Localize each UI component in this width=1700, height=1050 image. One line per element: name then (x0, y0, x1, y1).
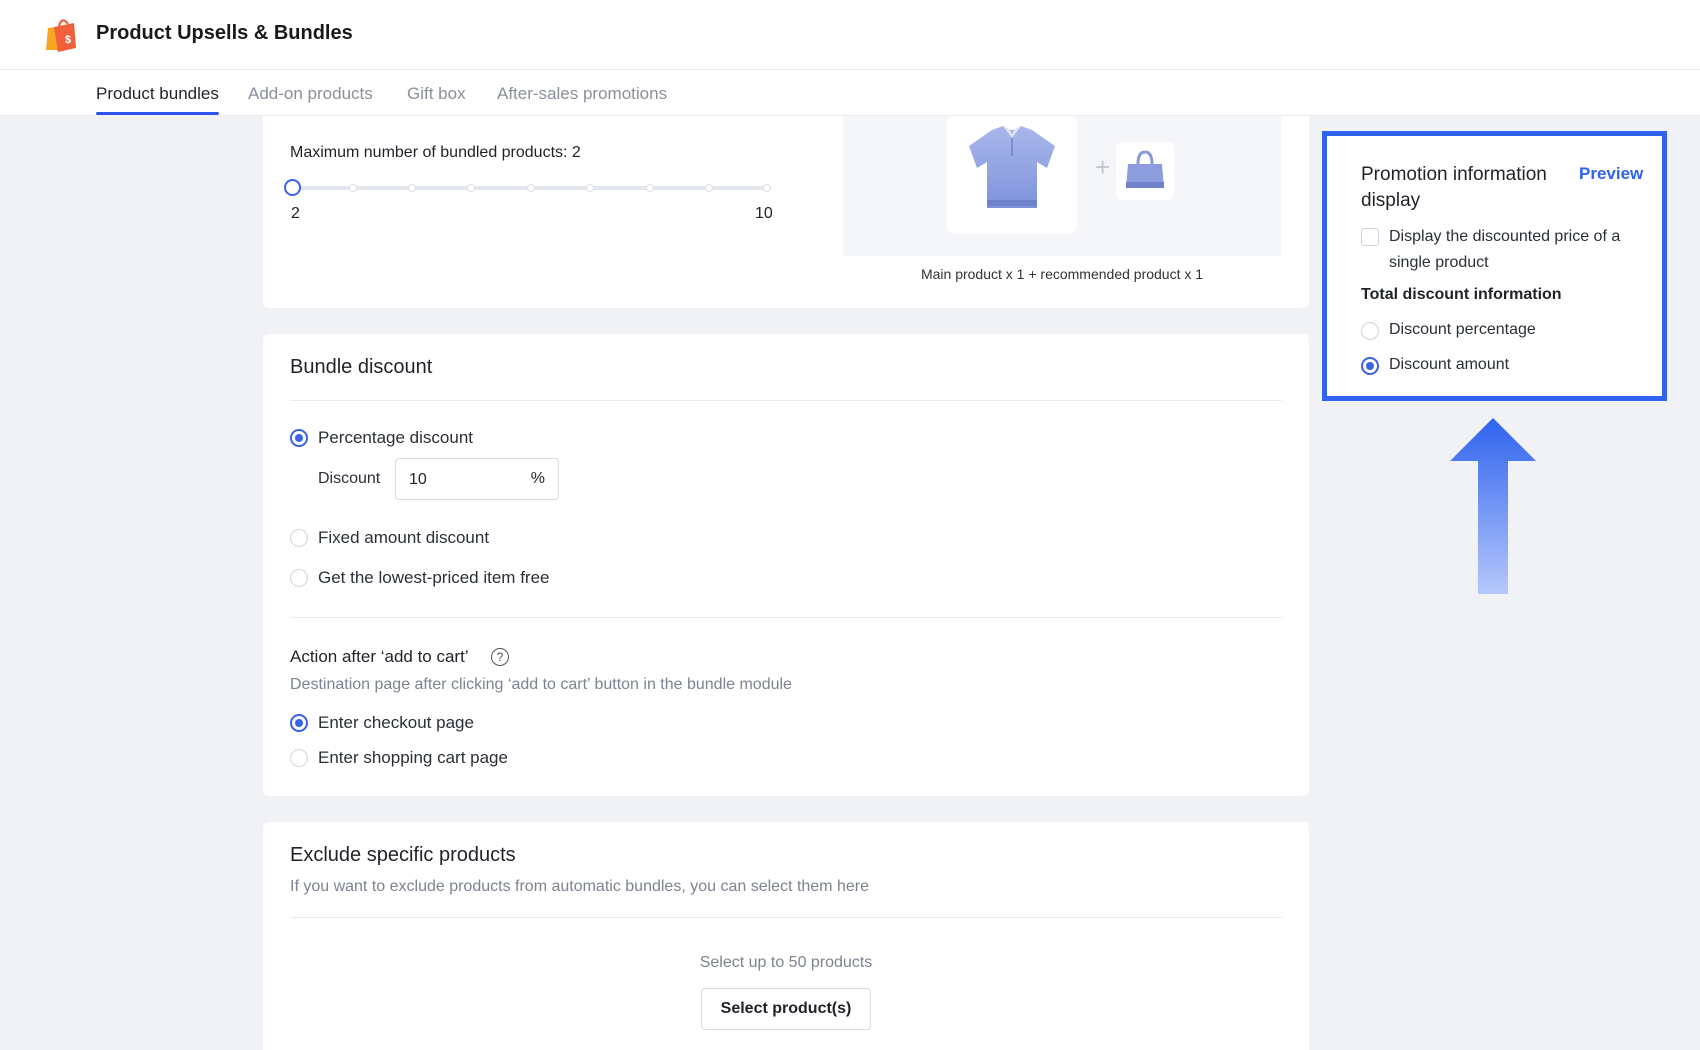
slider-step (646, 184, 654, 192)
exclude-products-card: Exclude specific products If you want to… (263, 822, 1309, 1050)
main-product-tile (947, 116, 1077, 234)
app-title: Product Upsells & Bundles (96, 22, 353, 44)
discounted-price-checkbox-label[interactable]: Display the discounted price of a single… (1389, 224, 1629, 276)
promotion-info-title: Promotion information display (1361, 164, 1547, 211)
discount-percentage-radio[interactable] (1361, 322, 1379, 340)
up-arrow-icon (1450, 418, 1536, 594)
slider-step (408, 184, 416, 192)
enter-shopping-cart-page-label[interactable]: Enter shopping cart page (318, 748, 508, 768)
slider-min-label: 2 (291, 205, 300, 222)
lowest-priced-free-label[interactable]: Get the lowest-priced item free (318, 568, 549, 588)
percent-suffix: % (530, 470, 545, 487)
preview-link[interactable]: Preview (1579, 164, 1643, 184)
percentage-discount-radio[interactable] (290, 429, 308, 447)
action-after-add-to-cart-title: Action after ‘add to cart’ (290, 647, 469, 666)
slider-step (467, 184, 475, 192)
enter-shopping-cart-page-radio[interactable] (290, 749, 308, 767)
exclude-products-title: Exclude specific products (290, 844, 516, 866)
discount-percentage-label[interactable]: Discount percentage (1389, 321, 1536, 339)
help-icon[interactable]: ? (491, 648, 509, 666)
bundle-size-slider-track[interactable] (293, 184, 771, 192)
action-description: Destination page after clicking ‘add to … (290, 676, 792, 693)
bundle-discount-title: Bundle discount (290, 356, 433, 378)
discount-input-value: 10 (409, 471, 427, 488)
discount-amount-radio[interactable] (1361, 357, 1379, 375)
handbag-icon (1126, 150, 1164, 188)
exclude-products-description: If you want to exclude products from aut… (290, 878, 869, 895)
fixed-amount-discount-label[interactable]: Fixed amount discount (318, 528, 489, 548)
slider-step (586, 184, 594, 192)
tab-add-on-products[interactable]: Add-on products (248, 84, 373, 104)
select-products-button[interactable]: Select product(s) (701, 988, 871, 1030)
percentage-discount-label[interactable]: Percentage discount (318, 428, 473, 448)
divider (290, 400, 1282, 401)
slider-max-label: 10 (755, 205, 773, 222)
tab-bar: Product bundles Add-on products Gift box… (0, 70, 1700, 116)
discount-input[interactable]: 10 % (395, 458, 559, 500)
total-discount-subheading: Total discount information (1361, 286, 1562, 303)
bundle-size-card: Maximum number of bundled products: 2 2 … (263, 116, 1309, 308)
svg-text:$: $ (65, 34, 71, 46)
promotion-info-panel: Promotion information display Preview Di… (1322, 131, 1667, 401)
discount-amount-label[interactable]: Discount amount (1389, 356, 1509, 374)
slider-step (763, 184, 771, 192)
shopping-bag-logo-icon: $ (46, 19, 76, 52)
plus-icon: + (1095, 152, 1111, 182)
enter-checkout-page-radio[interactable] (290, 714, 308, 732)
bundle-preview-image: + (843, 116, 1281, 256)
shirt-icon (969, 126, 1055, 208)
tab-product-bundles[interactable]: Product bundles (96, 84, 219, 115)
enter-checkout-page-label[interactable]: Enter checkout page (318, 713, 474, 733)
lowest-priced-free-radio[interactable] (290, 569, 308, 587)
app-header: $ Product Upsells & Bundles (0, 0, 1700, 70)
tab-after-sales-promotions[interactable]: After-sales promotions (497, 84, 667, 104)
fixed-amount-discount-radio[interactable] (290, 529, 308, 547)
tab-gift-box[interactable]: Gift box (407, 84, 466, 104)
max-bundled-products-label: Maximum number of bundled products: 2 (290, 144, 581, 161)
recommended-product-tile (1116, 142, 1174, 200)
divider (290, 617, 1282, 618)
divider (290, 917, 1282, 918)
select-limit-hint: Select up to 50 products (699, 954, 873, 971)
bundle-discount-card: Bundle discount Percentage discount Disc… (263, 334, 1309, 796)
slider-step (527, 184, 535, 192)
discounted-price-checkbox[interactable] (1361, 228, 1379, 246)
bundle-preview-caption: Main product x 1 + recommended product x… (920, 266, 1204, 282)
slider-step (705, 184, 713, 192)
slider-step (349, 184, 357, 192)
discount-field-label: Discount (318, 470, 381, 487)
bundle-size-slider-handle[interactable] (284, 179, 301, 196)
